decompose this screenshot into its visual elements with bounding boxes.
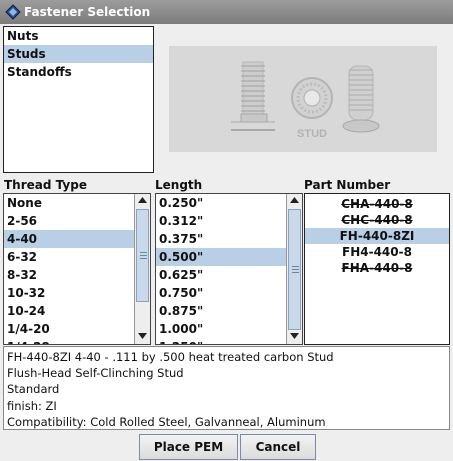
description-line: Flush-Head Self-Clinching Stud — [7, 366, 184, 381]
length-item[interactable]: 0.750" — [156, 284, 288, 302]
part-number-label: Part Number — [304, 178, 391, 192]
scroll-up-button[interactable] — [135, 194, 150, 208]
part-number-list[interactable]: CHA-440-8 CHC-440-8 FH-440-8ZI FH4-440-8 FHA… — [304, 193, 450, 345]
thread-type-item[interactable]: 10-32 — [4, 284, 136, 302]
title-bar: Fastener Selection — [0, 0, 453, 24]
stud-preview-image: STUD — [169, 46, 437, 152]
length-item[interactable]: 0.500" — [156, 248, 288, 266]
arrow-down-icon — [138, 333, 147, 339]
thread-type-item[interactable]: 10-24 — [4, 302, 136, 320]
description-line: FH-440-8ZI 4-40 - .111 by .500 heat trea… — [7, 350, 334, 364]
thread-type-item[interactable]: 4-40 — [4, 230, 136, 248]
length-list[interactable]: 0.250" 0.312" 0.375" 0.500" 0.625" 0.750" 0.87… — [155, 193, 303, 345]
thread-type-item[interactable]: 6-32 — [4, 248, 136, 266]
part-description: FH-440-8ZI 4-40 - .111 by .500 heat trea… — [3, 346, 450, 430]
preview-area: STUD — [157, 26, 451, 173]
length-item[interactable]: 0.312" — [156, 212, 288, 230]
category-item-studs[interactable]: Studs — [4, 45, 153, 63]
thread-type-item[interactable]: 8-32 — [4, 266, 136, 284]
fastener-category-list[interactable]: Nuts Studs Standoffs — [3, 26, 154, 173]
arrow-up-icon — [138, 197, 147, 203]
scroll-thumb[interactable] — [288, 209, 301, 330]
gem-icon — [5, 4, 21, 20]
scroll-down-button[interactable] — [135, 330, 150, 344]
scroll-thumb[interactable] — [136, 209, 149, 302]
length-item[interactable]: 1.250" — [156, 338, 288, 344]
category-item-nuts[interactable]: Nuts — [4, 27, 153, 45]
part-number-item[interactable]: FH4-440-8 — [305, 244, 449, 260]
scroll-up-button[interactable] — [287, 194, 302, 208]
length-item[interactable]: 0.375" — [156, 230, 288, 248]
arrow-down-icon — [290, 333, 299, 339]
category-item-standoffs[interactable]: Standoffs — [4, 63, 153, 81]
length-item[interactable]: 0.625" — [156, 266, 288, 284]
description-line: finish: ZI — [7, 398, 57, 413]
part-number-item[interactable]: CHA-440-8 — [305, 196, 449, 212]
arrow-up-icon — [290, 197, 299, 203]
stud-head-view-icon — [291, 77, 333, 119]
thread-type-item[interactable]: 1/4-28 — [4, 338, 136, 344]
scroll-down-button[interactable] — [287, 330, 302, 344]
cancel-button[interactable]: Cancel — [240, 434, 316, 460]
thread-type-item[interactable]: None — [4, 194, 136, 212]
length-item[interactable]: 0.875" — [156, 302, 288, 320]
place-pem-button[interactable]: Place PEM — [139, 434, 238, 460]
thread-type-label: Thread Type — [4, 178, 87, 192]
window-title: Fastener Selection — [24, 5, 151, 19]
stud-3d-view-icon — [342, 65, 380, 133]
length-scrollbar[interactable] — [286, 194, 302, 344]
stud-side-view-icon — [231, 61, 275, 131]
description-line: Standard — [7, 382, 60, 397]
thread-type-list[interactable]: None2-564-406-328-3210-3210-241/4-201/4-… — [3, 193, 151, 345]
thread-type-item[interactable]: 2-56 — [4, 212, 136, 230]
length-label: Length — [155, 178, 203, 192]
length-item[interactable]: 1.000" — [156, 320, 288, 338]
description-line: Compatibility: Cold Rolled Steel, Galvan… — [7, 414, 326, 429]
length-item[interactable]: 0.250" — [156, 194, 288, 212]
preview-label: STUD — [297, 128, 327, 140]
thread-type-item[interactable]: 1/4-20 — [4, 320, 136, 338]
part-number-item[interactable]: FH-440-8ZI — [305, 228, 449, 244]
part-number-item[interactable]: CHC-440-8 — [305, 212, 449, 228]
thread-type-scrollbar[interactable] — [134, 194, 150, 344]
part-number-item[interactable]: FHA-440-8 — [305, 260, 449, 276]
